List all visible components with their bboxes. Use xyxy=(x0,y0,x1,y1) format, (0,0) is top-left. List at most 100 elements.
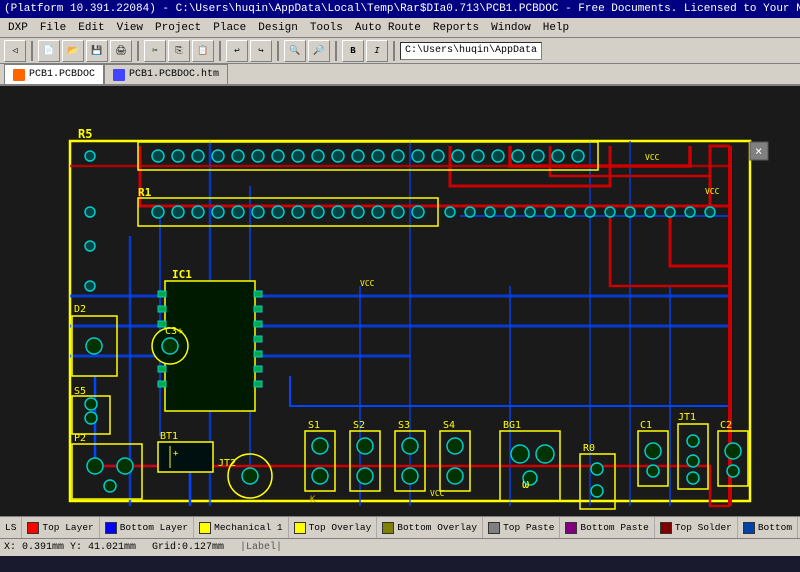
label-s3: S3 xyxy=(398,420,410,431)
tb-bold-button[interactable]: B xyxy=(342,40,364,62)
menu-tools[interactable]: Tools xyxy=(304,21,349,35)
toolbar-1: ◁ 📄 📂 💾 🖨 ✂ ⎘ 📋 ↩ ↪ 🔍 🔎 B I C:\Users\huq… xyxy=(0,38,800,64)
extra-label: |Label| xyxy=(240,542,282,553)
layer-bar: LS Top Layer Bottom Layer Mechanical 1 T… xyxy=(0,516,800,538)
title-bar: (Platform 10.391.22084) - C:\Users\huqin… xyxy=(0,0,800,18)
bottom2-color xyxy=(743,522,755,534)
label-jt2: JT2 xyxy=(218,458,236,469)
tab-pcb1-htm[interactable]: PCB1.PCBDOC.htm xyxy=(104,64,228,84)
label-r1: R1 xyxy=(138,186,152,199)
coord-bar: X: 0.391mm Y: 41.021mm Grid:0.127mm |Lab… xyxy=(0,538,800,556)
svg-text:K: K xyxy=(310,495,316,505)
tb-redo-button[interactable]: ↪ xyxy=(250,40,272,62)
tb-sep-6 xyxy=(393,41,395,61)
layer-bottom2[interactable]: Bottom xyxy=(738,517,798,538)
label-c1: C1 xyxy=(640,420,652,431)
menu-reports[interactable]: Reports xyxy=(427,21,485,35)
tb-sep-2 xyxy=(137,41,139,61)
layer-bottom-paste[interactable]: Bottom Paste xyxy=(560,517,654,538)
layer-mech1[interactable]: Mechanical 1 xyxy=(194,517,288,538)
layer-bottom[interactable]: Bottom Layer xyxy=(100,517,194,538)
pcb-svg: + xyxy=(0,86,800,516)
menu-bar: DXP File Edit View Project Place Design … xyxy=(0,18,800,38)
menu-window[interactable]: Window xyxy=(485,21,537,35)
layer-top-overlay[interactable]: Top Overlay xyxy=(289,517,378,538)
tab-bar: PCB1.PCBDOC PCB1.PCBDOC.htm xyxy=(0,64,800,86)
tb-new-button[interactable]: 📄 xyxy=(38,40,60,62)
svg-text:VCC: VCC xyxy=(705,187,720,196)
tb-paste-button[interactable]: 📋 xyxy=(192,40,214,62)
mech1-label: Mechanical 1 xyxy=(214,522,282,533)
top-paste-color xyxy=(488,522,500,534)
layer-bottom-overlay[interactable]: Bottom Overlay xyxy=(377,517,483,538)
label-bg1: BG1 xyxy=(503,420,521,431)
bottom-paste-label: Bottom Paste xyxy=(580,522,648,533)
svg-text:ω: ω xyxy=(522,477,529,491)
pcb-canvas[interactable]: + xyxy=(0,86,800,516)
tab-icon-pcb xyxy=(13,69,25,81)
label-p2: P2 xyxy=(74,433,86,444)
tb-sep-4 xyxy=(277,41,279,61)
tab-icon-htm xyxy=(113,69,125,81)
tb-print-button[interactable]: 🖨 xyxy=(110,40,132,62)
bottom-paste-color xyxy=(565,522,577,534)
tb-sep-5 xyxy=(335,41,337,61)
tb-zoom-out-button[interactable]: 🔎 xyxy=(308,40,330,62)
layer-top-solder[interactable]: Top Solder xyxy=(655,517,738,538)
label-r5: R5 xyxy=(78,127,92,141)
top-solder-label: Top Solder xyxy=(675,522,732,533)
label-s2: S2 xyxy=(353,420,365,431)
tb-back-button[interactable]: ◁ xyxy=(4,40,26,62)
label-c3: C3+ xyxy=(165,326,183,337)
tab-pcb1-pcbdoc[interactable]: PCB1.PCBDOC xyxy=(4,64,104,84)
label-ic1: IC1 xyxy=(172,268,192,281)
top-paste-label: Top Paste xyxy=(503,522,554,533)
label-s4: S4 xyxy=(443,420,455,431)
tab-label-htm: PCB1.PCBDOC.htm xyxy=(129,69,219,80)
tb-open-button[interactable]: 📂 xyxy=(62,40,84,62)
tb-undo-button[interactable]: ↩ xyxy=(226,40,248,62)
menu-help[interactable]: Help xyxy=(537,21,575,35)
label-s1: S1 xyxy=(308,420,320,431)
menu-edit[interactable]: Edit xyxy=(72,21,110,35)
mech1-color xyxy=(199,522,211,534)
bottom-overlay-color xyxy=(382,522,394,534)
menu-view[interactable]: View xyxy=(111,21,149,35)
menu-place[interactable]: Place xyxy=(207,21,252,35)
svg-text:VCC: VCC xyxy=(360,279,375,288)
tb-save-button[interactable]: 💾 xyxy=(86,40,108,62)
grid-text: Grid:0.127mm xyxy=(152,542,224,553)
tb-zoom-in-button[interactable]: 🔍 xyxy=(284,40,306,62)
path-text[interactable]: C:\Users\huqin\AppData xyxy=(400,42,542,60)
label-r0: R0 xyxy=(583,443,595,454)
bottom2-label: Bottom xyxy=(758,522,792,533)
top-layer-color xyxy=(27,522,39,534)
menu-dxp[interactable]: DXP xyxy=(2,21,34,35)
menu-design[interactable]: Design xyxy=(252,21,304,35)
menu-autoroute[interactable]: Auto Route xyxy=(349,21,427,35)
coords-text: X: 0.391mm Y: 41.021mm xyxy=(4,542,136,553)
menu-project[interactable]: Project xyxy=(149,21,207,35)
layer-top-paste[interactable]: Top Paste xyxy=(483,517,560,538)
top-solder-color xyxy=(660,522,672,534)
tb-italic-button[interactable]: I xyxy=(366,40,388,62)
tb-sep-3 xyxy=(219,41,221,61)
tb-copy-button[interactable]: ⎘ xyxy=(168,40,190,62)
bottom-layer-color xyxy=(105,522,117,534)
top-overlay-color xyxy=(294,522,306,534)
bottom-overlay-label: Bottom Overlay xyxy=(397,522,477,533)
ls-label: LS xyxy=(5,522,16,533)
label-s5: S5 xyxy=(74,386,86,397)
label-d2: D2 xyxy=(74,304,86,315)
top-layer-label: Top Layer xyxy=(42,522,93,533)
tb-sep-1 xyxy=(31,41,33,61)
layer-top[interactable]: Top Layer xyxy=(22,517,99,538)
tab-label-pcb1: PCB1.PCBDOC xyxy=(29,69,95,80)
svg-text:VCC: VCC xyxy=(430,489,445,498)
label-bt1: BT1 xyxy=(160,431,178,442)
menu-file[interactable]: File xyxy=(34,21,72,35)
layer-ls[interactable]: LS xyxy=(0,517,22,538)
title-text: (Platform 10.391.22084) - C:\Users\huqin… xyxy=(4,3,800,15)
tb-cut-button[interactable]: ✂ xyxy=(144,40,166,62)
label-c2: C2 xyxy=(720,420,732,431)
